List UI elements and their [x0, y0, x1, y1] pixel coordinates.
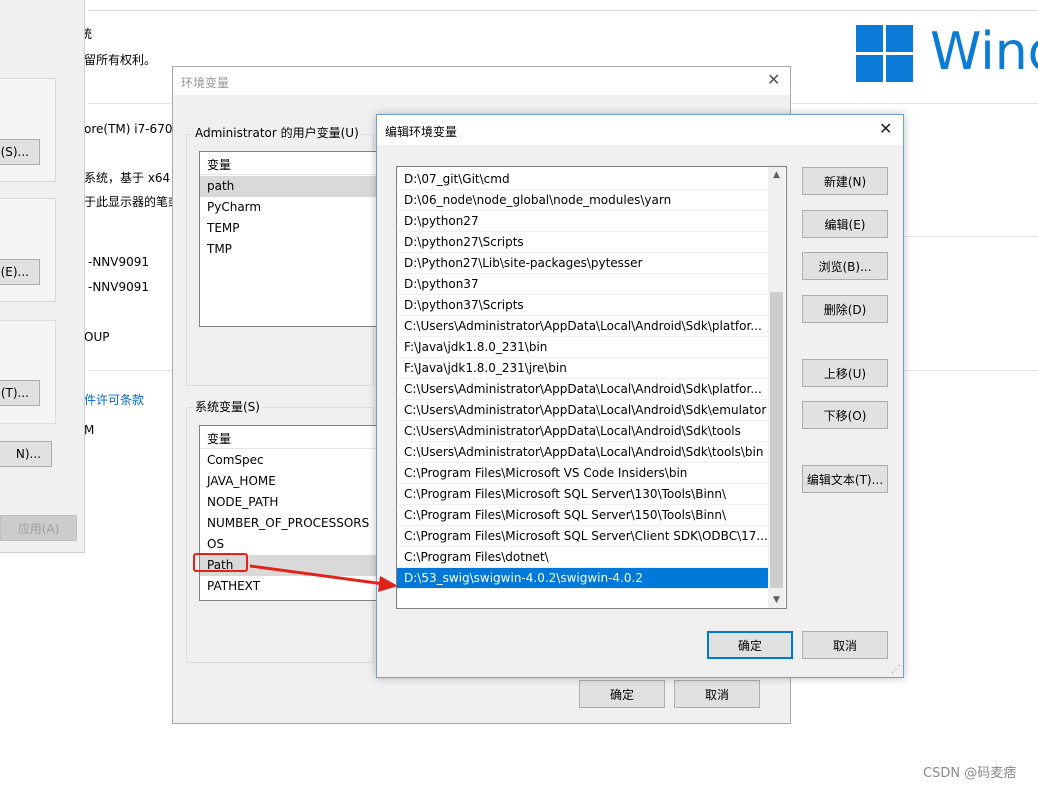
annotation-arrow: [249, 564, 398, 592]
annotation-arrowhead: [378, 576, 398, 592]
annotation-arrow-line: [249, 564, 385, 586]
watermark: CSDN @码麦痞: [923, 766, 1017, 781]
